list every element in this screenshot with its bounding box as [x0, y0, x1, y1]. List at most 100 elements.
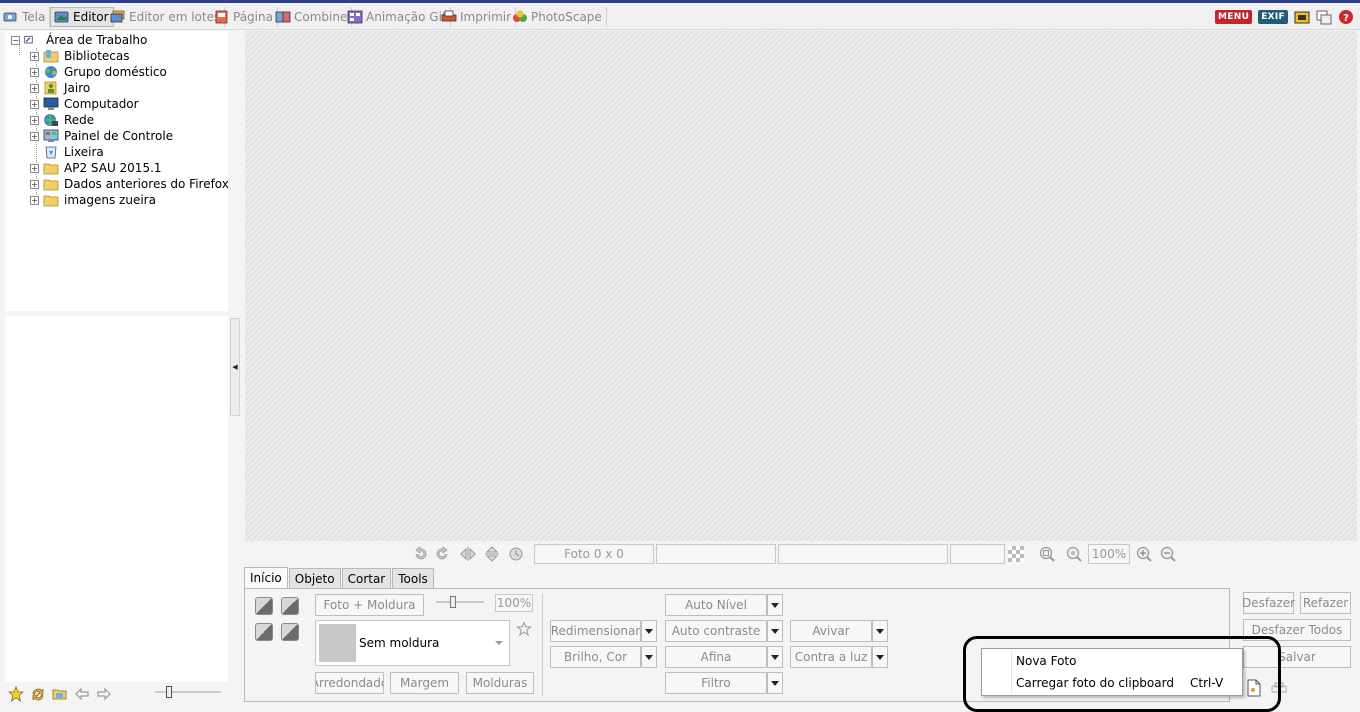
frame-style-button-4[interactable]: [281, 623, 299, 641]
forward-arrow-icon[interactable]: [96, 686, 112, 702]
tab-editor[interactable]: Editor: [50, 7, 114, 27]
tree-item-computador[interactable]: + Computador: [30, 96, 139, 112]
flip-horizontal-icon[interactable]: [459, 545, 477, 563]
tab-pagina[interactable]: Página: [211, 7, 278, 27]
star-icon[interactable]: [8, 686, 24, 702]
menu-button[interactable]: MENU: [1215, 10, 1253, 24]
expand-toggle[interactable]: +: [30, 115, 39, 125]
back-arrow-icon[interactable]: [74, 686, 90, 702]
frame-style-button-1[interactable]: [255, 597, 273, 615]
sharpen-dropdown[interactable]: [767, 646, 783, 668]
frame-style-button-3[interactable]: [255, 623, 273, 641]
auto-level-dropdown[interactable]: [767, 594, 783, 616]
collapse-toggle[interactable]: −: [11, 35, 20, 45]
tab-photoscape[interactable]: PhotoScape: [509, 7, 607, 27]
tree-item-dados-firefox[interactable]: + Dados anteriores do Firefox: [30, 176, 229, 192]
expand-toggle[interactable]: +: [30, 51, 39, 61]
print-small-icon[interactable]: [1270, 682, 1288, 694]
tab-inicio[interactable]: Início: [244, 567, 288, 588]
editor-icon: [54, 10, 70, 24]
help-icon[interactable]: ?: [1338, 9, 1354, 25]
undo-button[interactable]: Desfazer: [1242, 592, 1295, 614]
tree-item-ap2-sau[interactable]: + AP2 SAU 2015.1: [30, 160, 162, 176]
undo-all-button[interactable]: Desfazer Todos: [1243, 619, 1351, 641]
filter-button[interactable]: Filtro: [665, 672, 767, 694]
tab-cortar[interactable]: Cortar: [341, 568, 392, 588]
tree-item-grupo-domestico[interactable]: + Grupo doméstico: [30, 64, 167, 80]
tab-tools[interactable]: Tools: [392, 568, 434, 588]
save-button[interactable]: Salvar: [1243, 646, 1351, 668]
zoom-out-icon[interactable]: [1159, 545, 1177, 563]
refresh-icon[interactable]: [30, 686, 46, 702]
photo-canvas[interactable]: [245, 31, 1357, 541]
auto-contrast-button[interactable]: Auto contraste: [665, 620, 767, 642]
tree-item-bibliotecas[interactable]: + Bibliotecas: [30, 48, 129, 64]
zoom-in-icon[interactable]: [1135, 545, 1153, 563]
expand-toggle[interactable]: +: [30, 67, 39, 77]
new-file-icon[interactable]: [1246, 679, 1262, 697]
tab-tela[interactable]: Tela: [0, 7, 51, 27]
exif-button[interactable]: EXIF: [1258, 10, 1288, 24]
frame-style-button-2[interactable]: [281, 597, 299, 615]
collapse-panel-button[interactable]: ◀: [230, 318, 240, 416]
brightness-dropdown[interactable]: [641, 646, 657, 668]
expand-toggle[interactable]: +: [30, 195, 39, 205]
filter-dropdown[interactable]: [767, 672, 783, 694]
left-bottom-toolbar: [5, 684, 228, 704]
backlight-button[interactable]: Contra a luz: [790, 646, 872, 668]
windows-icon[interactable]: [1316, 9, 1332, 25]
expand-toggle[interactable]: +: [30, 131, 39, 141]
backlight-dropdown[interactable]: [872, 646, 888, 668]
rotate-left-icon[interactable]: [411, 545, 429, 563]
tree-item-jairo[interactable]: + Jairo: [30, 80, 90, 96]
auto-contrast-dropdown[interactable]: [767, 620, 783, 642]
thumbnail-size-slider-thumb[interactable]: [166, 686, 172, 698]
photo-frame-button[interactable]: Foto + Moldura: [315, 594, 424, 616]
sharpen-button[interactable]: Afina: [665, 646, 767, 668]
thumbnail-preview-area[interactable]: [5, 316, 228, 682]
tree-item-imagens-zueira[interactable]: + imagens zueira: [30, 192, 156, 208]
tab-editor-em-lotes[interactable]: Editor em lotes: [107, 7, 226, 27]
tab-objeto[interactable]: Objeto: [288, 568, 341, 588]
fit-window-icon[interactable]: [1038, 545, 1056, 563]
opacity-slider-thumb[interactable]: [450, 596, 456, 608]
thumbnail-size-slider[interactable]: [155, 691, 221, 693]
expand-toggle[interactable]: +: [30, 163, 39, 173]
expand-toggle[interactable]: +: [30, 99, 39, 109]
tree-item-label: Computador: [64, 97, 139, 111]
margin-button[interactable]: Margem: [390, 672, 459, 694]
tree-root-desktop[interactable]: − Área de Trabalho: [11, 32, 147, 48]
vivid-button[interactable]: Avivar: [790, 620, 872, 642]
tab-animacao-gif[interactable]: Animação Gif: [344, 7, 452, 27]
expand-toggle[interactable]: +: [30, 179, 39, 189]
film-icon[interactable]: [1294, 9, 1310, 25]
tree-item-rede[interactable]: + Rede: [30, 112, 94, 128]
opacity-field[interactable]: 100%: [495, 594, 533, 612]
brightness-color-button[interactable]: Brilho, Cor: [550, 646, 641, 668]
menu-item-carregar-clipboard[interactable]: Carregar foto do clipboard Ctrl-V: [1016, 672, 1238, 694]
flip-vertical-icon[interactable]: [483, 545, 501, 563]
rounded-button[interactable]: Arredondado: [315, 672, 384, 694]
auto-level-button[interactable]: Auto Nível: [665, 594, 767, 616]
menu-item-label: Nova Foto: [1016, 654, 1077, 668]
menu-item-nova-foto[interactable]: Nova Foto: [1016, 650, 1238, 672]
vivid-dropdown[interactable]: [872, 620, 888, 642]
rotate-right-icon[interactable]: [434, 545, 452, 563]
expand-toggle[interactable]: +: [30, 83, 39, 93]
tree-item-painel-de-controle[interactable]: + Painel de Controle: [30, 128, 173, 144]
resize-dropdown[interactable]: [641, 620, 657, 642]
zoom-level-field[interactable]: 100%: [1088, 544, 1130, 564]
frame-select[interactable]: Sem moldura: [315, 620, 510, 666]
transparency-toggle-icon[interactable]: [1008, 546, 1024, 562]
frames-button[interactable]: Molduras: [466, 672, 534, 694]
tree-item-lixeira[interactable]: Lixeira: [30, 144, 104, 160]
open-folder-icon[interactable]: [52, 686, 68, 702]
opacity-slider[interactable]: [436, 601, 484, 603]
resize-button[interactable]: Redimensionar: [550, 620, 641, 642]
favorite-star-icon[interactable]: [516, 621, 532, 637]
rotate-free-icon[interactable]: [507, 545, 525, 563]
actual-size-icon[interactable]: [1065, 545, 1083, 563]
tab-combine[interactable]: Combine: [272, 7, 353, 27]
redo-button[interactable]: Refazer: [1300, 592, 1351, 614]
tab-imprimir[interactable]: Imprimir: [438, 7, 517, 27]
